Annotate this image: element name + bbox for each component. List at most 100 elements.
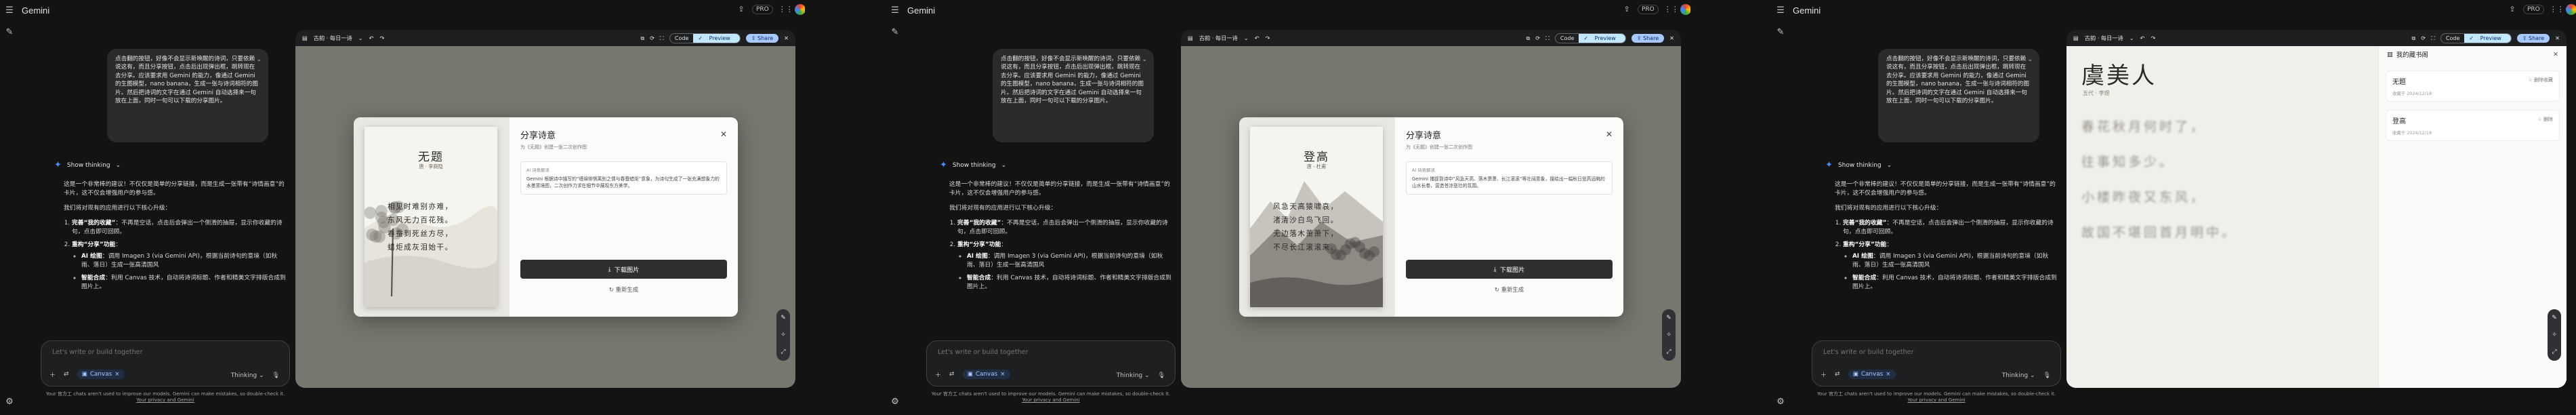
settings-icon[interactable]: ⚙	[890, 397, 900, 408]
menu-icon[interactable]: ☰	[4, 5, 15, 16]
show-thinking-toggle[interactable]: ✦ Show thinking ⌄	[1825, 160, 1892, 170]
answer-intro: 这是一个非常棒的建议！不仅仅是简单的分享链接，而是生成一张带有“诗情画意”的卡片…	[949, 181, 1170, 197]
redo-icon[interactable]: ↷	[2151, 35, 2155, 41]
share-chat-icon[interactable]: ⇪	[1621, 4, 1632, 15]
list-item: AI 绘图：调用 Imagen 3 (via Gemini API)，根据当前诗…	[1852, 252, 2058, 270]
apps-icon[interactable]: ⋮⋮	[778, 4, 793, 15]
mode-selector[interactable]: Thinking ⌄	[231, 372, 264, 379]
new-chat-icon[interactable]: ✎	[1775, 27, 1786, 38]
settings-icon[interactable]: ⚙	[4, 397, 15, 408]
fullscreen-icon[interactable]: ⛶	[2431, 35, 2435, 42]
share-chat-icon[interactable]: ⇪	[736, 4, 747, 15]
undo-icon[interactable]: ↶	[2140, 35, 2145, 41]
close-icon[interactable]: ×	[1886, 371, 1890, 378]
download-button[interactable]: ⤓ 下载图片	[1406, 260, 1613, 279]
settings-icon[interactable]: ⚙	[1775, 397, 1786, 408]
prompt-input[interactable]	[936, 348, 1142, 357]
tab-preview[interactable]: ✓ Preview	[2464, 33, 2511, 43]
canvas-chip[interactable]: ▣ Canvas ×	[1848, 370, 1896, 379]
microphone-icon[interactable]: 🎙	[1158, 372, 1165, 379]
chevron-down-icon[interactable]: ⌄	[1244, 35, 1249, 41]
new-chat-icon[interactable]: ✎	[4, 27, 15, 38]
share-button[interactable]: ⇪ Share	[2516, 33, 2550, 43]
microphone-icon[interactable]: 🎙	[2043, 372, 2051, 379]
pencil-icon[interactable]: ✎	[2552, 315, 2557, 321]
pencil-icon[interactable]: ✎	[1666, 315, 1671, 321]
regenerate-button[interactable]: ↻ 重新生成	[520, 285, 727, 294]
mode-selector[interactable]: Thinking ⌄	[1117, 372, 1150, 379]
chevron-down-icon[interactable]: ⌄	[2130, 35, 2134, 41]
download-button[interactable]: ⤓ 下载图片	[520, 260, 727, 279]
chevron-down-icon[interactable]: ⌄	[256, 56, 262, 64]
tools-icon[interactable]: ⇄	[949, 371, 955, 378]
tab-preview[interactable]: ✓ Preview	[1579, 33, 1625, 43]
tab-code[interactable]: Code	[670, 34, 693, 43]
menu-icon[interactable]: ☰	[890, 5, 900, 16]
refresh-icon[interactable]: ⟳	[2421, 35, 2426, 41]
refresh-icon[interactable]: ⟳	[1535, 35, 1540, 41]
close-icon[interactable]: ×	[1000, 371, 1005, 378]
close-canvas-icon[interactable]: ✕	[1669, 35, 1674, 41]
copy-icon[interactable]: ⧉	[2411, 35, 2415, 42]
apps-icon[interactable]: ⋮⋮	[1664, 4, 1679, 15]
undo-icon[interactable]: ↶	[369, 35, 374, 41]
avatar[interactable]	[2565, 4, 2576, 15]
add-icon[interactable]: ＋	[1821, 370, 1827, 379]
apps-icon[interactable]: ⋮⋮	[2550, 4, 2564, 15]
tab-preview[interactable]: ✓ Preview	[693, 33, 740, 43]
avatar[interactable]	[794, 4, 805, 15]
show-thinking-toggle[interactable]: ✦ Show thinking ⌄	[54, 160, 121, 170]
copy-icon[interactable]: ⧉	[1526, 35, 1530, 42]
tab-code[interactable]: Code	[2441, 34, 2464, 43]
sparkle-edit-icon[interactable]: ✧	[2552, 332, 2557, 338]
expand-icon[interactable]: ⤢	[1666, 349, 1671, 355]
microphone-icon[interactable]: 🎙	[272, 372, 280, 379]
privacy-link[interactable]: Your privacy and Gemini	[136, 397, 194, 403]
fullscreen-icon[interactable]: ⛶	[660, 35, 664, 42]
chevron-down-icon[interactable]: ⌄	[358, 35, 363, 41]
chevron-down-icon[interactable]: ⌄	[1142, 56, 1147, 64]
add-icon[interactable]: ＋	[49, 370, 56, 379]
mode-selector[interactable]: Thinking ⌄	[2002, 372, 2035, 379]
tab-code[interactable]: Code	[1556, 34, 1579, 43]
canvas-chip[interactable]: ▣ Canvas ×	[962, 370, 1010, 379]
pencil-icon[interactable]: ✎	[781, 315, 786, 321]
redo-icon[interactable]: ↷	[1265, 35, 1270, 41]
regenerate-button[interactable]: ↻ 重新生成	[1406, 285, 1613, 294]
new-chat-icon[interactable]: ✎	[890, 27, 900, 38]
close-canvas-icon[interactable]: ✕	[784, 35, 789, 41]
redo-icon[interactable]: ↷	[379, 35, 384, 41]
fullscreen-icon[interactable]: ⛶	[1545, 35, 1550, 42]
remove-favorite-button[interactable]: ☆ 删除	[2537, 116, 2553, 123]
tools-icon[interactable]: ⇄	[64, 371, 69, 378]
undo-icon[interactable]: ↶	[1255, 35, 1260, 41]
refresh-icon[interactable]: ⟳	[650, 35, 655, 41]
prompt-input[interactable]	[1822, 348, 2028, 357]
show-thinking-toggle[interactable]: ✦ Show thinking ⌄	[940, 160, 1006, 170]
expand-icon[interactable]: ⤢	[2552, 349, 2556, 355]
chevron-down-icon[interactable]: ⌄	[2027, 56, 2033, 64]
sparkle-edit-icon[interactable]: ✧	[1666, 332, 1671, 338]
menu-icon[interactable]: ☰	[1775, 5, 1786, 16]
remove-favorite-button[interactable]: ☆ 删除收藏	[2528, 77, 2553, 83]
close-icon[interactable]: ×	[115, 371, 119, 378]
add-icon[interactable]: ＋	[935, 370, 941, 379]
canvas-chip[interactable]: ▣ Canvas ×	[77, 370, 125, 379]
privacy-link[interactable]: Your privacy and Gemini	[1022, 397, 1079, 403]
close-icon[interactable]: ✕	[720, 130, 727, 139]
share-button[interactable]: ⇪ Share	[1631, 33, 1665, 43]
avatar[interactable]	[1680, 4, 1690, 15]
prompt-input[interactable]	[51, 348, 257, 357]
share-button[interactable]: ⇪ Share	[745, 33, 779, 43]
favorite-item[interactable]: 登高 收藏于 2024/12/18 ☆ 删除	[2386, 110, 2560, 141]
tools-icon[interactable]: ⇄	[1835, 371, 1840, 378]
expand-icon[interactable]: ⤢	[781, 349, 785, 355]
close-icon[interactable]: ✕	[1606, 130, 1613, 139]
close-canvas-icon[interactable]: ✕	[2555, 35, 2560, 41]
privacy-link[interactable]: Your privacy and Gemini	[1907, 397, 1965, 403]
copy-icon[interactable]: ⧉	[640, 35, 644, 42]
share-chat-icon[interactable]: ⇪	[2507, 4, 2518, 15]
close-icon[interactable]: ✕	[2553, 51, 2558, 58]
sparkle-edit-icon[interactable]: ✧	[781, 332, 786, 338]
favorite-item[interactable]: 无题 收藏于 2024/12/18 ☆ 删除收藏	[2386, 71, 2560, 102]
